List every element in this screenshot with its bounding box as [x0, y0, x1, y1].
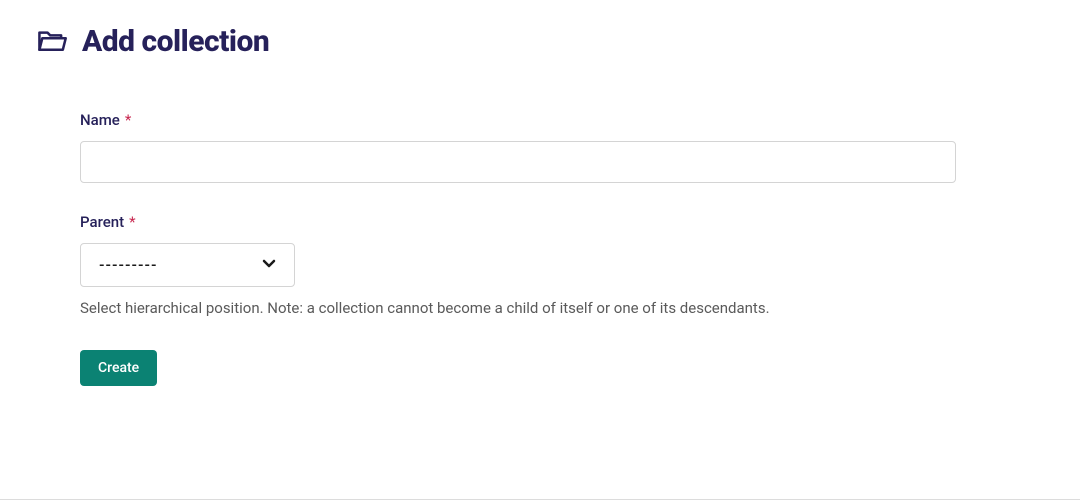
submit-row: Create — [80, 350, 956, 386]
parent-select-wrapper: --------- — [80, 243, 295, 287]
name-label: Name — [80, 111, 120, 129]
page-header: Add collection — [36, 24, 1044, 59]
folder-open-icon — [36, 28, 68, 56]
parent-label-row: Parent * — [80, 213, 956, 231]
add-collection-form: Name * Parent * --------- Select hie — [36, 111, 956, 386]
name-label-row: Name * — [80, 111, 956, 129]
add-collection-page: Add collection Name * Parent * --------- — [0, 0, 1080, 410]
required-indicator: * — [125, 113, 131, 128]
parent-field-group: Parent * --------- Select hierarchical p… — [80, 213, 956, 320]
parent-label: Parent — [80, 213, 124, 231]
page-title: Add collection — [82, 24, 269, 59]
parent-select[interactable]: --------- — [80, 243, 295, 287]
name-field-group: Name * — [80, 111, 956, 183]
create-button[interactable]: Create — [80, 350, 157, 386]
name-input[interactable] — [80, 141, 956, 183]
parent-help-text: Select hierarchical position. Note: a co… — [80, 297, 956, 320]
required-indicator: * — [129, 215, 135, 230]
